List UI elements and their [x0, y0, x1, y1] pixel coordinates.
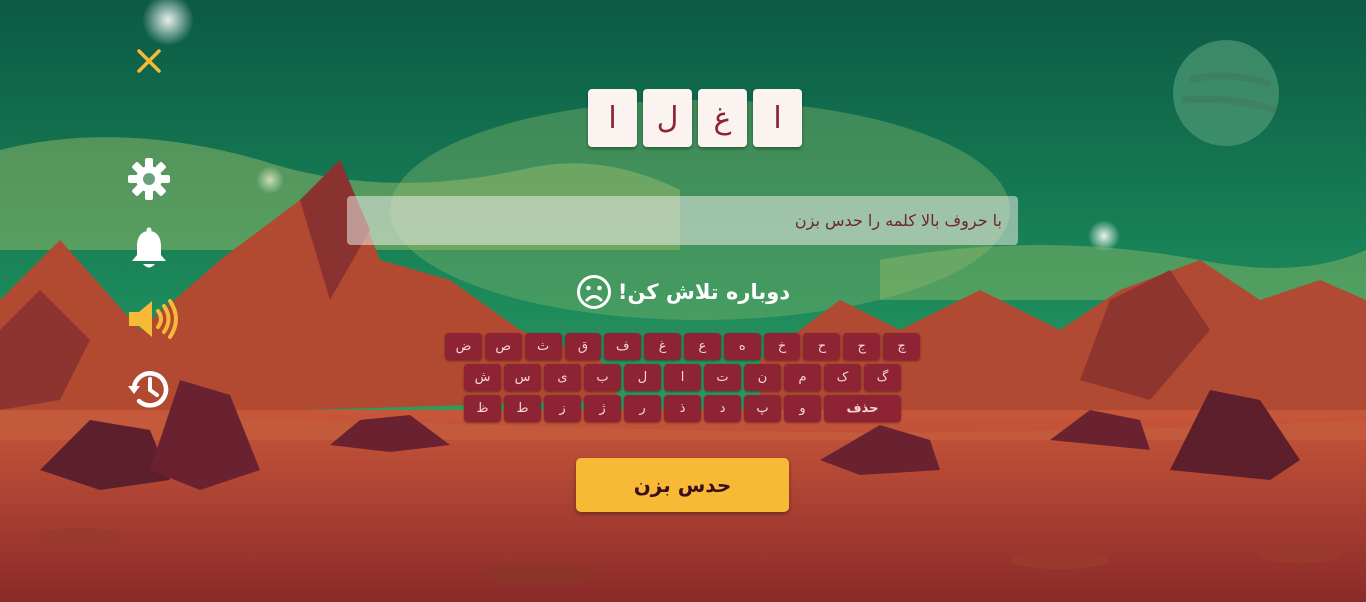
key[interactable]: ه [723, 333, 761, 360]
keyboard-row: گ ک م ن ت ا ل ب ی س ش [445, 364, 920, 391]
history-icon [128, 371, 169, 408]
gear-icon [128, 158, 170, 200]
feedback-text: دوباره تلاش کن! [617, 280, 791, 304]
key[interactable]: خ [763, 333, 801, 360]
key[interactable]: ژ [584, 395, 621, 422]
key[interactable]: ض [445, 333, 482, 360]
notifications-button[interactable] [126, 226, 172, 272]
key[interactable]: م [784, 364, 821, 391]
key[interactable]: گ [864, 364, 901, 391]
key[interactable]: ط [504, 395, 541, 422]
key[interactable]: د [704, 395, 741, 422]
key[interactable]: ش [464, 364, 501, 391]
feedback-message: دوباره تلاش کن! [560, 272, 806, 312]
key[interactable]: ا [664, 364, 701, 391]
key[interactable]: ی [544, 364, 581, 391]
letter-tile: ا [588, 89, 637, 147]
delete-key[interactable]: حذف [824, 395, 901, 422]
letter-tile: غ [698, 89, 747, 147]
key[interactable]: ب [584, 364, 621, 391]
sad-face-icon [576, 275, 611, 309]
speaker-icon [129, 299, 178, 339]
close-icon [137, 49, 161, 73]
key[interactable]: ق [564, 333, 602, 360]
guess-button[interactable]: حدس بزن [576, 458, 789, 512]
key[interactable]: ح [803, 333, 841, 360]
key[interactable]: ت [704, 364, 741, 391]
key[interactable]: پ [744, 395, 781, 422]
key[interactable]: ز [544, 395, 581, 422]
letter-tiles: ا غ ل ا [586, 89, 804, 149]
settings-button[interactable] [126, 156, 172, 202]
close-button[interactable] [132, 44, 166, 78]
bell-icon [132, 227, 166, 268]
key[interactable]: ص [484, 333, 522, 360]
key[interactable]: ن [744, 364, 781, 391]
history-button[interactable] [126, 366, 172, 412]
key[interactable]: غ [644, 333, 681, 360]
key[interactable]: ل [624, 364, 661, 391]
key[interactable]: ف [604, 333, 642, 360]
key[interactable]: ظ [464, 395, 501, 422]
key[interactable]: ک [824, 364, 861, 391]
key[interactable]: ر [624, 395, 661, 422]
key[interactable]: ج [843, 333, 881, 360]
key[interactable]: ع [684, 333, 721, 360]
letter-tile: ا [753, 89, 802, 147]
key[interactable]: و [784, 395, 821, 422]
keyboard-row: چ ج ح خ ه ع غ ف ق ث ص ض [445, 333, 920, 360]
key[interactable]: س [504, 364, 541, 391]
keyboard-row: حذف و پ د ذ ر ژ ز ط ظ [445, 395, 920, 422]
sound-toggle-button[interactable] [126, 296, 180, 342]
letter-keyboard: چ ج ح خ ه ع غ ف ق ث ص ض گ ک م ن ت ا ل ب … [445, 333, 920, 426]
key[interactable]: ث [524, 333, 562, 360]
letter-tile: ل [643, 89, 692, 147]
key[interactable]: ذ [664, 395, 701, 422]
key[interactable]: چ [883, 333, 920, 360]
answer-input[interactable] [347, 196, 1018, 245]
